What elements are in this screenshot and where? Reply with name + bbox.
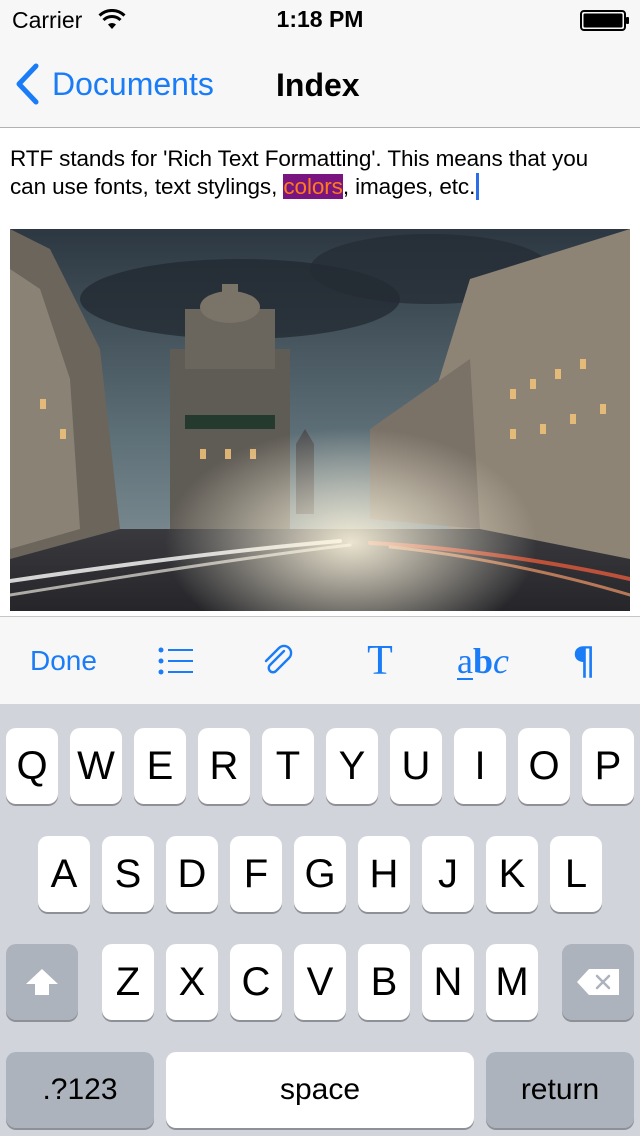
text-style-b: b [472,641,494,681]
key-o[interactable]: O [518,728,570,804]
shift-key[interactable] [6,944,78,1020]
page-title: Index [276,67,360,103]
key-e[interactable]: E [134,728,186,804]
key-v[interactable]: V [294,944,346,1020]
text-segment: , images, etc. [342,174,476,199]
list-button[interactable] [156,617,196,705]
delete-key[interactable] [562,944,634,1020]
text-style-icon: abc [457,640,509,682]
key-i[interactable]: I [454,728,506,804]
clock: 1:18 PM [276,6,364,32]
key-t[interactable]: T [262,728,314,804]
key-p[interactable]: P [582,728,634,804]
key-w[interactable]: W [70,728,122,804]
font-icon: T [367,638,393,684]
key-y[interactable]: Y [326,728,378,804]
attachment-button[interactable] [258,617,298,705]
colored-text-segment: colors [283,174,343,199]
key-j[interactable]: J [422,836,474,912]
text-style-button[interactable]: abc [450,617,516,705]
key-r[interactable]: R [198,728,250,804]
key-d[interactable]: D [166,836,218,912]
paragraph-icon: ¶ [571,639,597,683]
key-f[interactable]: F [230,836,282,912]
editor-toolbar: Done T abc ¶ [0,616,640,704]
street-photo[interactable] [10,229,630,611]
shift-icon [26,969,58,995]
space-key[interactable]: space [166,1052,474,1128]
backspace-icon [577,969,619,995]
key-x[interactable]: X [166,944,218,1020]
key-h[interactable]: H [358,836,410,912]
status-bar: Carrier 1:18 PM [0,0,640,40]
key-k[interactable]: K [486,836,538,912]
key-g[interactable]: G [294,836,346,912]
key-s[interactable]: S [102,836,154,912]
key-q[interactable]: Q [6,728,58,804]
navigation-bar: Documents Index [0,40,640,128]
paragraph-button[interactable]: ¶ [568,617,600,705]
key-l[interactable]: L [550,836,602,912]
font-button[interactable]: T [362,617,398,705]
battery-icon [580,10,629,31]
key-a[interactable]: A [38,836,90,912]
text-cursor [476,173,480,200]
key-m[interactable]: M [486,944,538,1020]
text-style-c: c [493,641,509,681]
back-button-label: Documents [52,65,214,102]
key-u[interactable]: U [390,728,442,804]
numbers-key[interactable]: .?123 [6,1052,154,1128]
chevron-left-icon [16,63,39,105]
list-icon [158,647,193,675]
text-style-a: a [457,641,473,681]
keyboard: QWERTYUIOP ASDFGHJKL ZXCVBNM .?123 space… [0,704,640,1136]
done-button[interactable]: Done [30,617,97,705]
key-n[interactable]: N [422,944,474,1020]
paperclip-icon [264,644,293,674]
document-text[interactable]: RTF stands for 'Rich Text Formatting'. T… [10,145,630,201]
back-button[interactable]: Documents [14,62,214,106]
rich-text-editor[interactable]: RTF stands for 'Rich Text Formatting'. T… [0,129,640,616]
return-key[interactable]: return [486,1052,634,1128]
key-b[interactable]: B [358,944,410,1020]
key-c[interactable]: C [230,944,282,1020]
key-z[interactable]: Z [102,944,154,1020]
